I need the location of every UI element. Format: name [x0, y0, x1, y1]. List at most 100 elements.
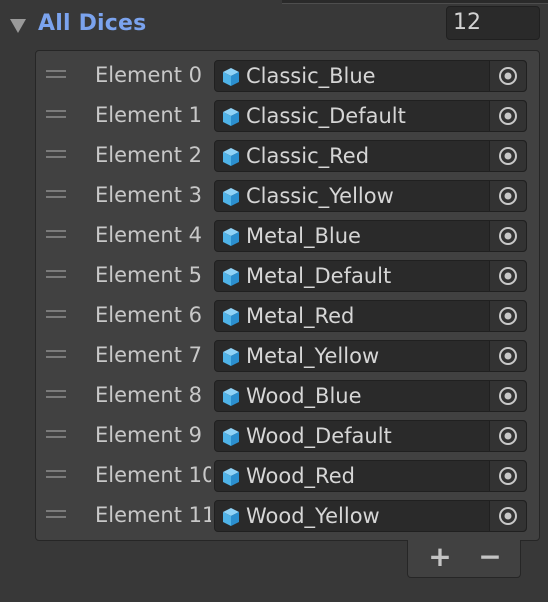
object-field[interactable]: Metal_Yellow: [214, 340, 527, 372]
list-header: All Dices 12: [0, 6, 548, 44]
object-picker-button[interactable]: [489, 421, 526, 451]
object-picker-icon: [499, 107, 517, 125]
add-element-button[interactable]: +: [420, 542, 460, 574]
object-field[interactable]: Classic_Yellow: [214, 180, 527, 212]
object-picker-icon: [499, 347, 517, 365]
object-picker-button[interactable]: [489, 461, 526, 491]
drag-handle-icon[interactable]: [46, 310, 66, 320]
object-field[interactable]: Classic_Blue: [214, 60, 527, 92]
object-picker-button[interactable]: [489, 181, 526, 211]
object-picker-button[interactable]: [489, 261, 526, 291]
object-field[interactable]: Metal_Default: [214, 260, 527, 292]
object-picker-button[interactable]: [489, 101, 526, 131]
drag-handle-icon[interactable]: [46, 110, 66, 120]
object-picker-icon: [499, 307, 517, 325]
element-label: Element 3: [95, 183, 202, 207]
list-item[interactable]: Element 3 Classic_Yellow: [36, 175, 539, 215]
object-field[interactable]: Wood_Red: [214, 460, 527, 492]
prefab-cube-icon: [223, 108, 239, 126]
object-name: Wood_Red: [246, 464, 355, 488]
list-item[interactable]: Element 6 Metal_Red: [36, 295, 539, 335]
object-picker-button[interactable]: [489, 381, 526, 411]
drag-handle-icon[interactable]: [46, 470, 66, 480]
prefab-cube-icon: [223, 68, 239, 86]
prefab-cube-icon: [223, 268, 239, 286]
list-footer: + −: [407, 540, 521, 578]
object-picker-button[interactable]: [489, 221, 526, 251]
object-name: Classic_Blue: [246, 64, 376, 88]
drag-handle-icon[interactable]: [46, 270, 66, 280]
element-label: Element 10: [95, 463, 211, 487]
list-size-field[interactable]: 12: [446, 6, 540, 40]
element-label: Element 11: [95, 503, 211, 527]
drag-handle-icon[interactable]: [46, 190, 66, 200]
object-picker-button[interactable]: [489, 301, 526, 331]
drag-handle-icon[interactable]: [46, 510, 66, 520]
object-picker-button[interactable]: [489, 341, 526, 371]
object-field[interactable]: Classic_Default: [214, 100, 527, 132]
prefab-cube-icon: [223, 308, 239, 326]
prefab-cube-icon: [223, 508, 239, 526]
object-picker-icon: [499, 147, 517, 165]
drag-handle-icon[interactable]: [46, 350, 66, 360]
object-field[interactable]: Wood_Yellow: [214, 500, 527, 532]
list-item[interactable]: Element 7 Metal_Yellow: [36, 335, 539, 375]
element-label: Element 2: [95, 143, 202, 167]
drag-handle-icon[interactable]: [46, 70, 66, 80]
element-label: Element 1: [95, 103, 202, 127]
object-name: Wood_Blue: [246, 384, 362, 408]
object-name: Classic_Red: [246, 144, 370, 168]
object-picker-icon: [499, 267, 517, 285]
prefab-cube-icon: [223, 228, 239, 246]
object-picker-icon: [499, 67, 517, 85]
prefab-cube-icon: [223, 428, 239, 446]
list-item[interactable]: Element 10 Wood_Red: [36, 455, 539, 495]
element-label: Element 6: [95, 303, 202, 327]
drag-handle-icon[interactable]: [46, 230, 66, 240]
drag-handle-icon[interactable]: [46, 390, 66, 400]
object-name: Wood_Yellow: [246, 504, 380, 528]
object-picker-icon: [499, 387, 517, 405]
list-item[interactable]: Element 4 Metal_Blue: [36, 215, 539, 255]
list-item[interactable]: Element 0 Classic_Blue: [36, 55, 539, 95]
list-item[interactable]: Element 2 Classic_Red: [36, 135, 539, 175]
object-picker-icon: [499, 507, 517, 525]
object-picker-button[interactable]: [489, 61, 526, 91]
object-field[interactable]: Wood_Default: [214, 420, 527, 452]
object-picker-icon: [499, 187, 517, 205]
object-picker-icon: [499, 227, 517, 245]
object-name: Metal_Default: [246, 264, 392, 288]
object-picker-button[interactable]: [489, 141, 526, 171]
prefab-cube-icon: [223, 188, 239, 206]
object-name: Classic_Default: [246, 104, 406, 128]
prefab-cube-icon: [223, 348, 239, 366]
drag-handle-icon[interactable]: [46, 430, 66, 440]
object-picker-icon: [499, 467, 517, 485]
foldout-triangle-icon[interactable]: [10, 19, 26, 33]
remove-element-button[interactable]: −: [470, 542, 510, 574]
object-name: Metal_Red: [246, 304, 355, 328]
object-picker-button[interactable]: [489, 501, 526, 531]
drag-handle-icon[interactable]: [46, 150, 66, 160]
list-item[interactable]: Element 9 Wood_Default: [36, 415, 539, 455]
element-label: Element 5: [95, 263, 202, 287]
object-field[interactable]: Wood_Blue: [214, 380, 527, 412]
object-field[interactable]: Classic_Red: [214, 140, 527, 172]
list-title[interactable]: All Dices: [38, 11, 146, 36]
object-name: Metal_Blue: [246, 224, 361, 248]
prefab-cube-icon: [223, 148, 239, 166]
reorderable-list: Element 0 Classic_Blue Element 1 Classic_De…: [35, 50, 540, 541]
list-item[interactable]: Element 1 Classic_Default: [36, 95, 539, 135]
object-name: Metal_Yellow: [246, 344, 380, 368]
object-field[interactable]: Metal_Red: [214, 300, 527, 332]
element-label: Element 7: [95, 343, 202, 367]
element-label: Element 9: [95, 423, 202, 447]
list-item[interactable]: Element 5 Metal_Default: [36, 255, 539, 295]
previous-field-edge: [282, 0, 548, 4]
object-picker-icon: [499, 427, 517, 445]
object-field[interactable]: Metal_Blue: [214, 220, 527, 252]
list-item[interactable]: Element 11 Wood_Yellow: [36, 495, 539, 535]
list-item[interactable]: Element 8 Wood_Blue: [36, 375, 539, 415]
object-name: Wood_Default: [246, 424, 392, 448]
prefab-cube-icon: [223, 388, 239, 406]
